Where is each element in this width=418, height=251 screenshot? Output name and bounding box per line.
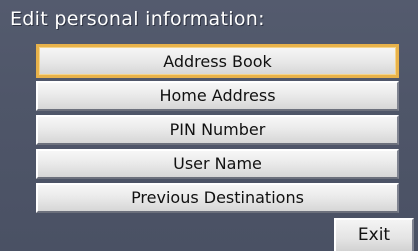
menu-item-previous-destinations[interactable]: Previous Destinations <box>36 183 399 213</box>
nav-screen: Edit personal information: Address Book … <box>0 0 418 251</box>
exit-button[interactable]: Exit <box>334 218 414 251</box>
menu-item-address-book[interactable]: Address Book <box>36 44 399 78</box>
menu-item-home-address[interactable]: Home Address <box>36 81 399 111</box>
menu-item-pin-number[interactable]: PIN Number <box>36 115 399 145</box>
page-title: Edit personal information: <box>10 8 265 30</box>
menu-item-user-name[interactable]: User Name <box>36 149 399 179</box>
menu-list: Address Book Home Address PIN Number Use… <box>36 44 399 217</box>
